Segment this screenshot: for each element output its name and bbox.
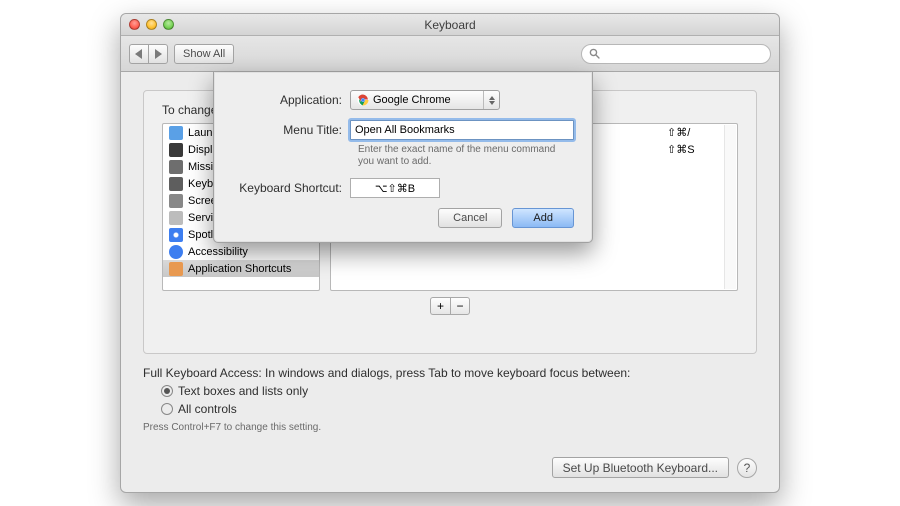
accessibility-icon <box>169 245 183 259</box>
add-remove-controls: + − <box>430 297 470 315</box>
back-forward <box>129 44 168 64</box>
keyboard-shortcut-input[interactable]: ⌥⇧⌘B <box>350 178 440 198</box>
titlebar: Keyboard <box>121 14 779 36</box>
footer: Set Up Bluetooth Keyboard... ? <box>143 457 757 478</box>
category-icon <box>169 126 183 140</box>
search-field[interactable] <box>581 44 771 64</box>
forward-button[interactable] <box>148 44 168 64</box>
radio-icon <box>161 403 173 415</box>
keyboard-shortcut-label: Keyboard Shortcut: <box>232 181 350 195</box>
chrome-icon <box>357 94 369 106</box>
menu-title-hint: Enter the exact name of the menu command… <box>358 144 574 168</box>
window-title: Keyboard <box>121 18 779 32</box>
category-icon <box>169 143 183 157</box>
back-button[interactable] <box>129 44 148 64</box>
application-value: Google Chrome <box>373 94 451 106</box>
remove-button[interactable]: − <box>450 297 470 315</box>
add-confirm-button[interactable]: Add <box>512 208 574 228</box>
full-keyboard-section: Full Keyboard Access: In windows and dia… <box>143 366 757 433</box>
category-item-selected[interactable]: Application Shortcuts <box>163 260 319 277</box>
application-popup[interactable]: Google Chrome <box>350 90 500 110</box>
bluetooth-keyboard-button[interactable]: Set Up Bluetooth Keyboard... <box>552 457 729 478</box>
popup-arrows-icon <box>483 91 499 109</box>
menu-title-label: Menu Title: <box>232 123 350 137</box>
category-icon <box>169 194 183 208</box>
spotlight-icon <box>169 228 183 242</box>
search-icon <box>589 48 600 59</box>
toolbar: Show All <box>121 36 779 72</box>
category-icon <box>169 211 183 225</box>
radio-icon <box>161 385 173 397</box>
add-shortcut-sheet: Application: Google Chrome Menu Title: E… <box>213 72 593 243</box>
radio-allcontrols[interactable]: All controls <box>161 402 757 416</box>
menu-title-input[interactable] <box>350 120 574 140</box>
full-access-label: Full Keyboard Access: In windows and dia… <box>143 366 757 380</box>
show-all-button[interactable]: Show All <box>174 44 234 64</box>
application-label: Application: <box>232 93 350 107</box>
help-button[interactable]: ? <box>737 458 757 478</box>
control-f7-note: Press Control+F7 to change this setting. <box>143 422 757 433</box>
cancel-button[interactable]: Cancel <box>438 208 502 228</box>
scrollbar[interactable] <box>724 125 736 289</box>
app-shortcuts-icon <box>169 262 183 276</box>
search-input[interactable] <box>605 48 763 60</box>
category-item[interactable]: Accessibility <box>163 243 319 260</box>
radio-textboxes[interactable]: Text boxes and lists only <box>161 384 757 398</box>
category-icon <box>169 177 183 191</box>
add-button[interactable]: + <box>430 297 450 315</box>
category-icon <box>169 160 183 174</box>
keyboard-prefs-window: Keyboard Show All To change a s Launchpa… <box>120 13 780 493</box>
sheet-buttons: Cancel Add <box>232 208 574 228</box>
